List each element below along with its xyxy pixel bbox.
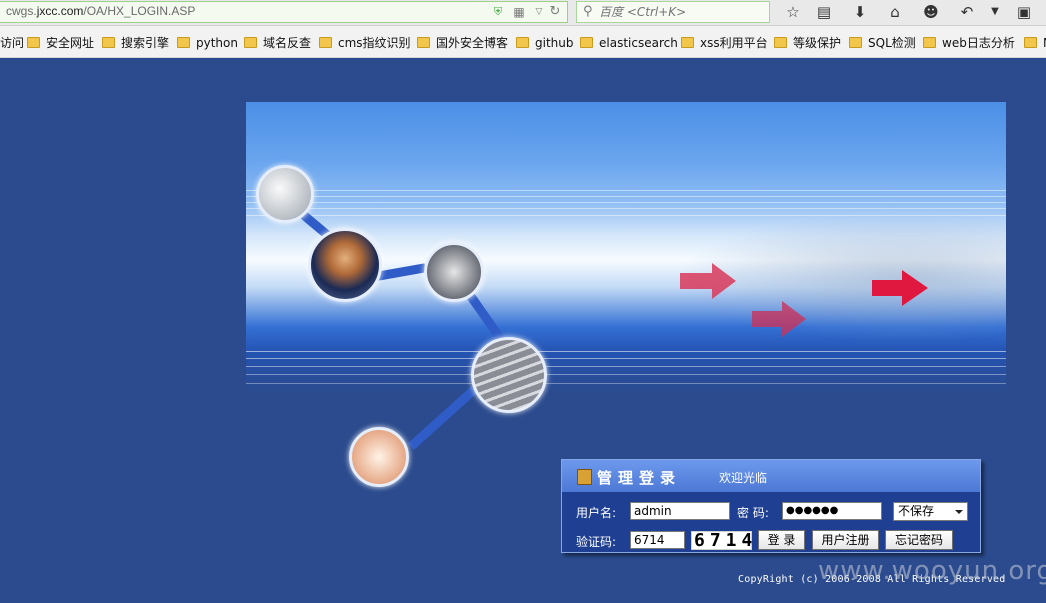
browser-toolbar: cwgs.jxcc.com/OA/HX_LOGIN.ASP ⛨ ▦ ▽ ↻ ⚲ … (0, 0, 1046, 26)
folder-icon (319, 37, 332, 48)
folder-icon (580, 37, 593, 48)
reading-list-icon[interactable]: ▤ (814, 2, 834, 22)
folder-icon (849, 37, 862, 48)
username-input[interactable]: admin (630, 502, 730, 520)
bookmark-item[interactable]: 国外安全博客 (417, 35, 508, 51)
bookmarks-bar: 访问 安全网址 搜索引擎 python 域名反查 cms指纹识别 国外安全博客 … (0, 26, 1046, 58)
captcha-image: 6714 (691, 531, 752, 550)
star-icon[interactable]: ☆ (783, 2, 803, 22)
arrow-icon (680, 263, 736, 299)
stylus-photo (256, 165, 314, 223)
qr-code-icon[interactable]: ▦ (512, 5, 526, 19)
bookmark-item[interactable]: 搜索引擎 (102, 35, 169, 51)
keyboard-photo (471, 337, 547, 413)
folder-icon (177, 37, 190, 48)
bookmark-item[interactable]: 访问 (0, 35, 24, 51)
url-dropdown-icon[interactable]: ▽ (532, 5, 546, 19)
folder-icon (27, 37, 40, 48)
search-engine-icon[interactable]: ⚲ (583, 4, 593, 19)
connector-line (375, 263, 427, 281)
bookmark-item[interactable]: cms指纹识别 (319, 35, 411, 51)
folder-icon (681, 37, 694, 48)
bookmark-item[interactable]: elasticsearch (580, 35, 678, 51)
bookmark-item[interactable]: SQL检测 (849, 35, 916, 51)
bookmark-item[interactable]: web日志分析 (923, 35, 1015, 51)
connector-line (467, 293, 507, 345)
businessman-photo (308, 228, 382, 302)
folder-icon (923, 37, 936, 48)
bookmark-item[interactable]: xss利用平台 (681, 35, 768, 51)
login-button[interactable]: 登 录 (758, 530, 805, 550)
bookmark-item[interactable]: 安全网址 (27, 35, 94, 51)
bookmark-item[interactable]: 等级保护 (774, 35, 841, 51)
laptop-photo (424, 242, 484, 302)
username-label: 用户名: (576, 506, 617, 520)
folder-icon (1024, 37, 1037, 48)
bookmark-item[interactable]: python (177, 35, 238, 51)
password-label: 密 码: (737, 506, 769, 520)
connector-line (407, 386, 478, 450)
bookmark-item[interactable]: github (516, 35, 573, 51)
register-button[interactable]: 用户注册 (812, 530, 879, 550)
folder-icon (516, 37, 529, 48)
gift-icon (577, 469, 592, 485)
download-icon[interactable]: ⬇ (850, 2, 870, 22)
folder-icon (774, 37, 787, 48)
bookmark-item[interactable]: 域名反查 (244, 35, 311, 51)
search-input[interactable] (599, 4, 767, 20)
folder-icon (244, 37, 257, 48)
folder-icon (102, 37, 115, 48)
chat-icon[interactable]: ☻ (921, 2, 941, 22)
welcome-text: 欢迎光临 (719, 471, 768, 485)
hand-photo (349, 427, 409, 487)
captcha-label: 验证码: (576, 535, 617, 549)
chevron-down-icon (955, 510, 963, 514)
login-header: 管理登录 欢迎光临 (562, 460, 980, 492)
captcha-input[interactable]: 6714 (630, 531, 685, 549)
search-bar[interactable]: ⚲ (576, 1, 770, 23)
undo-icon[interactable]: ↶ (957, 2, 977, 22)
save-login-select[interactable]: 不保存 (893, 502, 968, 521)
home-icon[interactable]: ⌂ (885, 2, 905, 22)
address-url[interactable]: cwgs.jxcc.com/OA/HX_LOGIN.ASP (6, 4, 195, 18)
password-input[interactable]: ●●●●●● (782, 502, 882, 520)
menu-dropdown-icon[interactable]: ▼ (985, 2, 1005, 22)
bookmark-item[interactable]: N (1024, 35, 1046, 51)
address-bar[interactable]: cwgs.jxcc.com/OA/HX_LOGIN.ASP ⛨ ▦ ▽ ↻ (0, 1, 568, 23)
login-title: 管理登录 (597, 469, 682, 487)
login-panel: 管理登录 欢迎光临 用户名: admin 密 码: ●●●●●● 不保存 验证码… (561, 459, 981, 553)
watermark-text: www.wooyun.org (818, 556, 1046, 586)
arrow-icon (752, 301, 806, 337)
forgot-password-button[interactable]: 忘记密码 (885, 530, 953, 550)
reload-icon[interactable]: ↻ (548, 5, 562, 19)
arrow-icon (872, 270, 928, 306)
shield-icon[interactable]: ⛨ (491, 5, 505, 19)
crop-icon[interactable]: ▣ (1014, 2, 1034, 22)
folder-icon (417, 37, 430, 48)
